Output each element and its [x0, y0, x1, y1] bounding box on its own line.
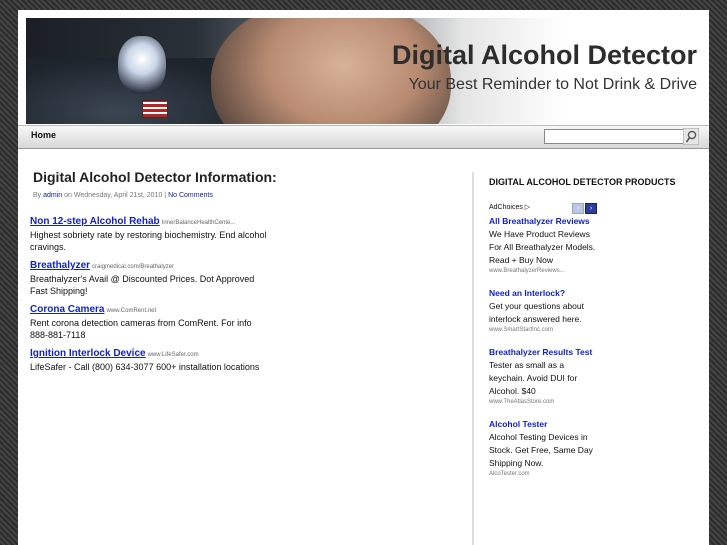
sidebar-ad-description: Tester as small as a keychain. Avoid DUI… [489, 360, 578, 396]
sidebar-ad-title-link[interactable]: Need an Interlock? [489, 287, 601, 300]
site-tagline: Your Best Reminder to Not Drink & Drive [408, 76, 697, 93]
ad-item: Breathalyzer craigmedical.com/Breathalyze… [30, 260, 270, 297]
nav-bar: Home [18, 125, 709, 149]
post-comments-link[interactable]: No Comments [168, 192, 213, 199]
site-title[interactable]: Digital Alcohol Detector [392, 40, 697, 71]
ad-title-link[interactable]: Non 12-step Alcohol Rehab [30, 216, 160, 227]
sidebar-ad-url[interactable]: www.TheAtlasStore.com [489, 398, 601, 407]
header-banner: Digital Alcohol Detector Your Best Remin… [26, 18, 701, 124]
ad-list: Non 12-step Alcohol Rehab InnerBalanceHea… [30, 216, 270, 380]
post-date: on Wednesday, April 21st, 2010 | [64, 192, 167, 199]
column-divider [472, 172, 474, 545]
sidebar-ad-item: Breathalyzer Results Test Tester as smal… [489, 346, 601, 407]
sidebar-ad-item: All Breathalyzer Reviews We Have Product… [489, 215, 601, 276]
flag-patch-icon [142, 100, 168, 118]
sidebar-ad-url[interactable]: www.BreathalyzerReviews... [489, 267, 601, 276]
sidebar-ad-title-link[interactable]: Alcohol Tester [489, 418, 601, 431]
header-photo-officer [211, 18, 451, 124]
nav-home-link[interactable]: Home [31, 130, 56, 140]
ad-title-link[interactable]: Corona Camera [30, 304, 104, 315]
adchoices-link[interactable]: AdChoices ▷ [489, 203, 530, 211]
ad-title-link[interactable]: Ignition Interlock Device [30, 348, 146, 359]
ad-item: Corona Camera www.ComRent.net Rent corona… [30, 304, 270, 341]
sidebar-ad-description: Alcohol Testing Devices in Stock. Get Fr… [489, 432, 593, 468]
post-meta-by: By [33, 192, 42, 199]
ad-url[interactable]: craigmedical.com/Breathalyzer [92, 264, 174, 270]
ad-item: Ignition Interlock Device www.LifeSafer.c… [30, 348, 270, 373]
sidebar-ad-item: Need an Interlock? Get your questions ab… [489, 287, 601, 335]
ad-next-button[interactable]: › [585, 203, 597, 214]
ad-description: LifeSafer - Call (800) 634-3077 600+ ins… [30, 362, 260, 372]
ad-description: Breathalyzer's Avail @ Discounted Prices… [30, 274, 255, 296]
sidebar-ad-item: Alcohol Tester Alcohol Testing Devices i… [489, 418, 601, 479]
ad-url[interactable]: www.LifeSafer.com [148, 352, 199, 358]
ad-title-link[interactable]: Breathalyzer [30, 260, 90, 271]
post-title[interactable]: Digital Alcohol Detector Information: [33, 169, 277, 185]
ad-description: Highest sobriety rate by restoring bioch… [30, 230, 267, 252]
page-container: Digital Alcohol Detector Your Best Remin… [18, 10, 709, 545]
sidebar-title: DIGITAL ALCOHOL DETECTOR PRODUCTS [489, 177, 676, 187]
search-icon[interactable] [683, 128, 699, 145]
sidebar-ad-description: Get your questions about interlock answe… [489, 301, 584, 324]
ad-url[interactable]: InnerBalanceHealthCente... [162, 220, 236, 226]
sidebar-ad-title-link[interactable]: All Breathalyzer Reviews [489, 215, 601, 228]
sidebar-ad-description: We Have Product Reviews For All Breathal… [489, 229, 596, 265]
post-meta: By admin on Wednesday, April 21st, 2010 … [33, 192, 213, 199]
ad-prev-button[interactable]: ‹ [572, 203, 584, 214]
sidebar-ad-url[interactable]: www.SmartStartInc.com [489, 326, 601, 335]
post-author-link[interactable]: admin [43, 192, 62, 199]
ad-description: Rent corona detection cameras from ComRe… [30, 318, 252, 340]
search-input[interactable] [544, 129, 684, 144]
ad-url[interactable]: www.ComRent.net [106, 308, 156, 314]
ad-item: Non 12-step Alcohol Rehab InnerBalanceHea… [30, 216, 270, 253]
sidebar-ad-title-link[interactable]: Breathalyzer Results Test [489, 346, 601, 359]
sidebar-ad-url[interactable]: AlcoTester.com [489, 470, 601, 479]
header-photo-flashlight [118, 36, 166, 94]
sidebar-ad-list: All Breathalyzer Reviews We Have Product… [489, 215, 601, 490]
